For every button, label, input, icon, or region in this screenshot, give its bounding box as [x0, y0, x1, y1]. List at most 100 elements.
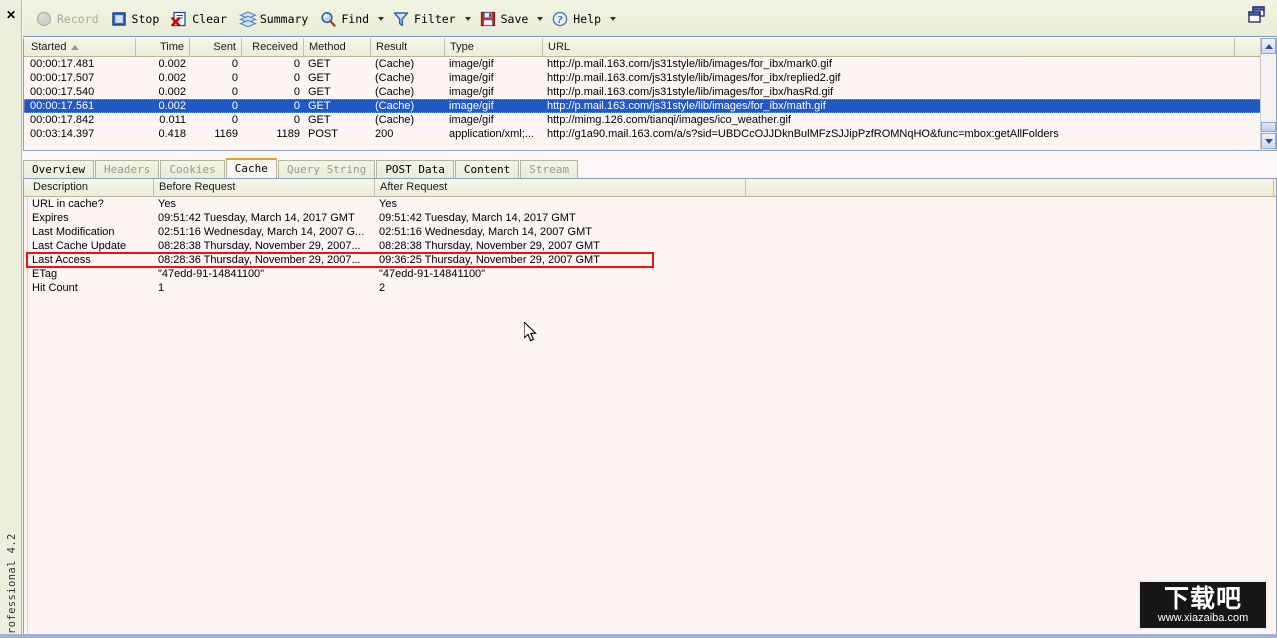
cell-type: image/gif	[449, 86, 494, 98]
detail-row[interactable]: Last Cache Update 08:28:38 Thursday, Nove…	[24, 239, 1276, 253]
detail-cell-description: Expires	[32, 212, 69, 224]
tab-overview[interactable]: Overview	[23, 160, 94, 178]
save-floppy-icon	[480, 11, 496, 27]
cell-result: (Cache)	[375, 100, 415, 112]
watermark-logo: 下载吧 www.xiazaiba.com	[1138, 580, 1268, 630]
svg-text:?: ?	[558, 14, 564, 26]
column-header-result[interactable]: Result	[371, 38, 445, 56]
restore-window-icon[interactable]	[1247, 6, 1269, 24]
toolbar-button-summary[interactable]: Summary	[233, 6, 314, 31]
column-header-method[interactable]: Method	[304, 38, 371, 56]
tab-stream[interactable]: Stream	[520, 160, 579, 178]
cell-time: 0.002	[158, 100, 186, 112]
scroll-up-icon[interactable]	[1261, 38, 1276, 54]
table-row[interactable]: 00:00:17.540 0.002 0 0 GET (Cache) image/gif ht…	[24, 85, 1276, 99]
cell-method: GET	[308, 114, 331, 126]
close-icon[interactable]: ✕	[4, 8, 18, 22]
detail-row[interactable]: URL in cache? Yes Yes	[24, 197, 1276, 211]
column-header-type[interactable]: Type	[445, 38, 543, 56]
tab-post-data[interactable]: POST Data	[376, 160, 454, 178]
toolbar-button-filter[interactable]: Filter	[387, 6, 462, 31]
column-header-sent[interactable]: Sent	[190, 38, 242, 56]
toolbar-button-stop[interactable]: Stop	[105, 6, 166, 31]
cell-url: http://mimg.126.com/tianqi/images/ico_we…	[547, 114, 791, 126]
detail-cell-description: ETag	[32, 268, 58, 280]
chevron-down-icon[interactable]	[462, 6, 474, 31]
window-bottom-border	[0, 634, 1277, 638]
request-grid-scrollbar[interactable]	[1260, 38, 1276, 149]
detail-row[interactable]: Last Access 08:28:36 Thursday, November 2…	[24, 253, 1276, 267]
request-grid-body[interactable]: 00:00:17.481 0.002 0 0 GET (Cache) image/gif ht…	[24, 57, 1276, 141]
scrollbar-thumb[interactable]	[1261, 122, 1276, 132]
cell-result: (Cache)	[375, 86, 415, 98]
column-header-started[interactable]: Started	[26, 38, 136, 56]
detail-grid-body[interactable]: URL in cache? Yes Yes Expires 09:51:42 Tuesd…	[24, 197, 1276, 295]
detail-column-header-after[interactable]: After Request	[375, 179, 746, 196]
scroll-down-icon[interactable]	[1261, 133, 1276, 149]
detail-cell-before: 08:28:36 Thursday, November 29, 2007...	[158, 254, 361, 266]
toolbar-button-help[interactable]: ? Help	[546, 6, 607, 31]
cell-time: 0.002	[158, 72, 186, 84]
detail-row[interactable]: Hit Count 1 2	[24, 281, 1276, 295]
table-row[interactable]: 00:00:17.561 0.002 0 0 GET (Cache) image/gif ht…	[24, 99, 1276, 113]
cell-time: 0.002	[158, 86, 186, 98]
toolbar-button-clear[interactable]: Clear	[165, 6, 233, 31]
toolbar-button-find[interactable]: Find	[314, 6, 375, 31]
table-row[interactable]: 00:00:17.507 0.002 0 0 GET (Cache) image/gif ht…	[24, 71, 1276, 85]
cell-method: GET	[308, 100, 331, 112]
main-toolbar: Record Stop Clear Summary Find Filter Save ? Hel…	[23, 0, 1277, 37]
column-header-label: Time	[159, 41, 184, 53]
tab-content[interactable]: Content	[454, 160, 520, 178]
detail-column-header-before[interactable]: Before Request	[154, 179, 375, 196]
tab-cache[interactable]: Cache	[225, 158, 277, 178]
column-header-label: Result	[376, 41, 408, 53]
table-row[interactable]: 00:00:17.481 0.002 0 0 GET (Cache) image/gif ht…	[24, 57, 1276, 71]
request-grid[interactable]: Started Time Sent Received Method Result Type U…	[23, 38, 1277, 151]
cell-url: http://p.mail.163.com/js31style/lib/imag…	[547, 100, 826, 112]
detail-column-header-description[interactable]: Description	[28, 179, 154, 196]
table-row[interactable]: 00:03:14.397 0.418 1169 1189 POST 200 applicat…	[24, 127, 1276, 141]
column-header-url[interactable]: URL	[543, 38, 1235, 56]
detail-row[interactable]: ETag "47edd-91-14841100" "47edd-91-1484110…	[24, 267, 1276, 281]
cell-url: http://p.mail.163.com/js31style/lib/imag…	[547, 58, 832, 70]
cell-started: 00:00:17.481	[30, 58, 95, 70]
column-header-label: Started	[31, 41, 67, 53]
detail-cell-after: 08:28:38 Thursday, November 29, 2007 GMT	[379, 240, 600, 252]
detail-row[interactable]: Expires 09:51:42 Tuesday, March 14, 2017 …	[24, 211, 1276, 225]
toolbar-button-label: Filter	[414, 11, 456, 26]
chevron-down-icon[interactable]	[534, 6, 546, 31]
cell-received: 0	[293, 58, 300, 70]
cell-type: application/xml;...	[449, 128, 534, 140]
detail-column-header-spare[interactable]	[746, 179, 1274, 196]
table-row[interactable]: 00:00:17.842 0.011 0 0 GET (Cache) image/gif ht…	[24, 113, 1276, 127]
detail-cell-description: Last Modification	[32, 226, 115, 238]
cell-sent: 0	[231, 100, 238, 112]
chevron-down-icon[interactable]	[375, 6, 387, 31]
detail-cell-before: 09:51:42 Tuesday, March 14, 2017 GMT	[158, 212, 355, 224]
cell-type: image/gif	[449, 72, 494, 84]
cell-started: 00:03:14.397	[30, 128, 95, 140]
detail-cell-description: Hit Count	[32, 282, 78, 294]
detail-cell-description: Last Access	[32, 254, 91, 266]
cell-sent: 0	[231, 58, 238, 70]
cell-sent: 0	[231, 86, 238, 98]
help-question-icon: ?	[552, 11, 568, 27]
filter-funnel-icon	[393, 11, 409, 27]
cell-sent: 1169	[214, 128, 238, 140]
detail-tab-bar[interactable]: Overview Headers Cookies Cache Query String P…	[23, 158, 579, 178]
chevron-down-icon[interactable]	[607, 6, 619, 31]
column-header-received[interactable]: Received	[242, 38, 304, 56]
column-header-time[interactable]: Time	[136, 38, 190, 56]
tab-headers[interactable]: Headers	[94, 160, 160, 178]
column-header-label: Received	[252, 41, 298, 53]
toolbar-button-label: Clear	[192, 11, 227, 26]
httpwatch-window: ✕ HttpWatch Professional 4.2 Record Stop C…	[0, 0, 1277, 638]
detail-row[interactable]: Last Modification 02:51:16 Wednesday, Mar…	[24, 225, 1276, 239]
tab-query-string[interactable]: Query String	[277, 160, 376, 178]
detail-cell-before: 1	[158, 282, 165, 294]
toolbar-button-save[interactable]: Save	[474, 6, 535, 31]
cell-sent: 0	[231, 72, 238, 84]
watermark-url: www.xiazaiba.com	[1157, 612, 1249, 624]
tab-cookies[interactable]: Cookies	[160, 160, 225, 178]
toolbar-button-record: Record	[30, 6, 105, 31]
